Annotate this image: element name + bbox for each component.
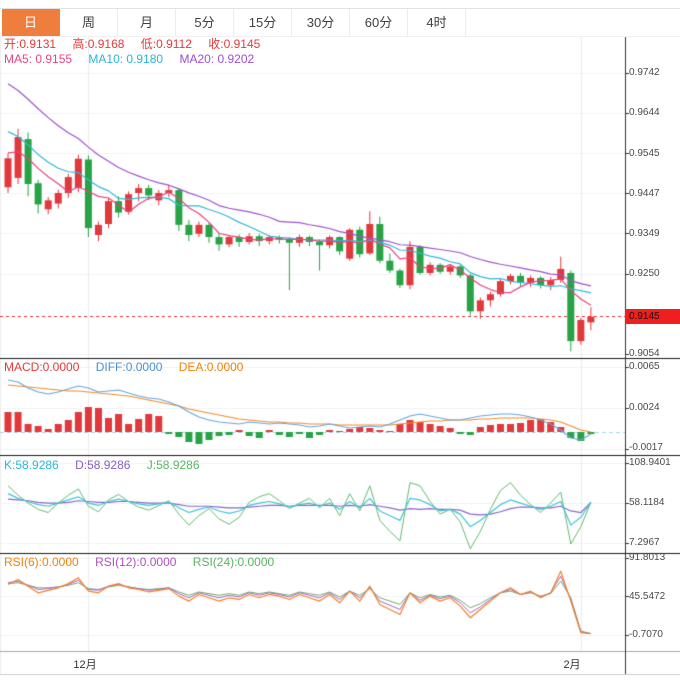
ohlc-legend: 开:0.9131 高:0.9168 低:0.9112 收:0.9145: [4, 37, 273, 51]
rsi12-value: RSI(12):0.0000: [95, 555, 177, 569]
rsi-legend: RSI(6):0.0000 RSI(12):0.0000 RSI(24):0.0…: [4, 555, 287, 569]
price-axis-tick: 0.9447: [629, 188, 660, 199]
x-axis-label-february: 2月: [563, 659, 581, 671]
kdj-axis-tick: 108.9401: [629, 457, 671, 468]
k-value: K:58.9286: [4, 458, 59, 472]
kdj-legend: K:58.9286 D:58.9286 J:58.9286: [4, 458, 213, 472]
diff-value: DIFF:0.0000: [95, 360, 163, 374]
price-axis-tick: 0.9742: [629, 67, 660, 78]
price-axis-tick: 0.9644: [629, 107, 660, 118]
tab-15min[interactable]: 15分: [234, 9, 292, 36]
kdj-axis-tick: 58.1184: [629, 497, 665, 508]
high-value: 高:0.9168: [72, 37, 125, 51]
current-price-badge: 0.9145: [625, 309, 680, 324]
tab-30min[interactable]: 30分: [292, 9, 350, 36]
rsi24-value: RSI(24):0.0000: [192, 555, 275, 569]
dea-value: DEA:0.0000: [178, 360, 244, 374]
rsi-axis-tick: 45.5472: [629, 591, 666, 602]
j-value: J:58.9286: [146, 458, 200, 472]
ma5-value: MA5: 0.9155: [4, 52, 73, 66]
rsi-axis-tick: 91.8013: [629, 552, 666, 563]
kdj-axis-tick: 7.2967: [629, 537, 660, 548]
rsi6-value: RSI(6):0.0000: [4, 555, 79, 569]
tab-60min[interactable]: 60分: [350, 9, 408, 36]
macd-value: MACD:0.0000: [4, 360, 80, 374]
tab-week[interactable]: 周: [60, 9, 118, 36]
x-axis-label-december: 12月: [73, 659, 97, 671]
macd-axis-tick: 0.0024: [629, 402, 660, 413]
tab-5min[interactable]: 5分: [176, 9, 234, 36]
d-value: D:58.9286: [75, 458, 131, 472]
low-value: 低:0.9112: [140, 37, 192, 51]
price-axis-tick: 0.9250: [629, 268, 660, 279]
open-value: 开:0.9131: [4, 37, 57, 51]
macd-legend: MACD:0.0000 DIFF:0.0000 DEA:0.0000: [4, 360, 256, 374]
tab-day[interactable]: 日: [2, 9, 60, 36]
close-value: 收:0.9145: [208, 37, 261, 51]
price-axis-tick: 0.9545: [629, 148, 660, 159]
ma10-value: MA10: 0.9180: [88, 52, 164, 66]
price-axis-tick: 0.9349: [629, 228, 660, 239]
macd-axis-tick: -0.0017: [629, 442, 663, 453]
rsi-axis-tick: -0.7070: [629, 629, 663, 640]
price-axis-floor-tick: 0.9054: [629, 348, 660, 359]
ma20-value: MA20: 0.9202: [179, 52, 255, 66]
tab-4hour[interactable]: 4时: [408, 9, 466, 36]
chart-canvas[interactable]: [0, 0, 680, 687]
ma-legend: MA5: 0.9155 MA10: 0.9180 MA20: 0.9202: [4, 52, 267, 66]
timeframe-tabbar: 日 周 月 5分 15分 30分 60分 4时: [0, 8, 680, 36]
tab-month[interactable]: 月: [118, 9, 176, 36]
trading-chart-app: 日 周 月 5分 15分 30分 60分 4时 开:0.9131 高:0.916…: [0, 0, 680, 687]
macd-axis-tick: 0.0065: [629, 361, 660, 372]
